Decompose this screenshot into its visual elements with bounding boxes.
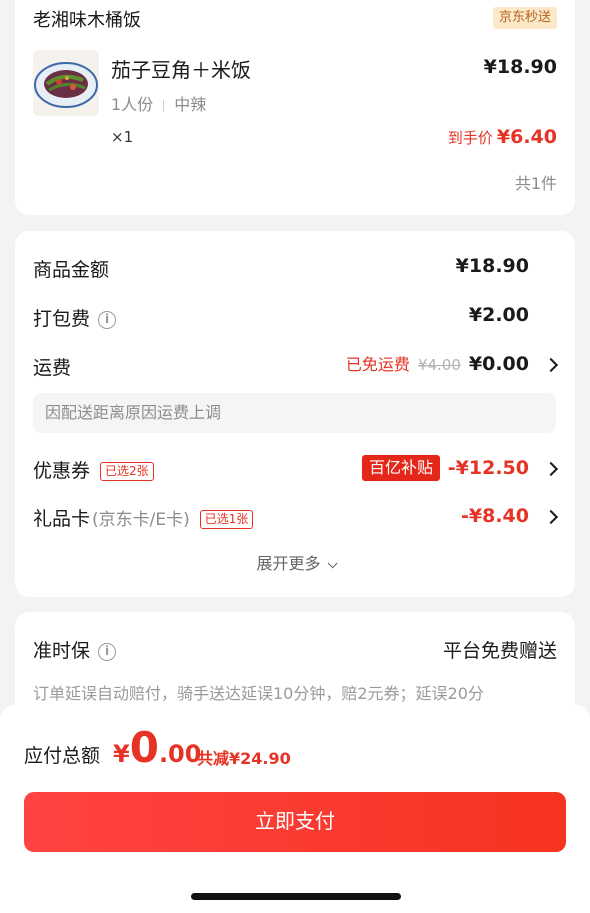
ontime-description: 订单延误自动赔付，骑手送达延误10分钟，赔2元券；延误20分 [33, 684, 484, 703]
ontime-title: 准时保 [33, 640, 91, 662]
info-icon[interactable]: i [98, 310, 117, 329]
ontime-title-row: 准时保 i [33, 636, 117, 663]
expand-more-button[interactable]: 展开更多 [15, 550, 575, 574]
product-image[interactable] [33, 50, 99, 116]
giftcard-row[interactable]: 礼品卡 (京东卡/E卡) 已选1张 [33, 504, 254, 531]
pay-now-button[interactable]: 立即支付 [24, 792, 566, 852]
shipping-fee-label: 运费 [33, 357, 72, 379]
spec-portion: 1人份 [111, 95, 154, 114]
shipping-fee-value: ¥0.00 [468, 353, 529, 375]
product-quantity: ×1 [111, 128, 134, 146]
product-specs: 1人份 中辣 [111, 91, 206, 115]
expand-more-label: 展开更多 [256, 554, 321, 573]
giftcard-value: -¥8.40 [461, 505, 529, 527]
shop-card: 老湘味木桶饭 京东秒送 茄子豆角＋米饭 ¥18.90 1人份 中辣 ×1 到手价 ¥… [15, 0, 575, 215]
shipping-fee-detail[interactable]: 已免运费 ¥4.00 ¥0.00 [346, 351, 529, 375]
coupon-selected-chip: 已选2张 [100, 462, 154, 481]
coupon-value: -¥12.50 [447, 457, 529, 479]
shop-name[interactable]: 老湘味木桶饭 [33, 6, 141, 32]
total-discount: 共减¥24.90 [197, 749, 291, 768]
packing-fee-row: 打包费 i [33, 304, 117, 331]
product-price: ¥18.90 [483, 56, 557, 78]
spec-divider [163, 99, 165, 112]
chevron-right-icon[interactable] [543, 357, 559, 373]
amount-integer: 0 [129, 723, 159, 772]
free-shipping-text: 已免运费 [345, 355, 410, 374]
subsidy-badge: 百亿补贴 [362, 455, 441, 481]
info-icon[interactable]: i [98, 642, 117, 661]
coupon-row[interactable]: 优惠券 已选2张 [33, 456, 154, 483]
packing-fee-label: 打包费 [33, 308, 91, 330]
final-price-value: ¥6.40 [496, 126, 557, 148]
item-total-count: 共1件 [514, 174, 557, 193]
total-payable-label: 应付总额 [24, 745, 101, 767]
chevron-right-icon[interactable] [543, 509, 559, 525]
payment-bar: 应付总额 ¥0.00 共减¥24.90 立即支付 [0, 705, 590, 913]
final-price-label: 到手价 [447, 129, 493, 147]
giftcard-selected-chip: 已选1张 [199, 510, 254, 529]
ontime-status: 平台免费赠送 [442, 640, 557, 662]
home-indicator[interactable] [191, 893, 401, 900]
giftcard-sub-label: (京东卡/E卡) [92, 510, 190, 530]
coupon-label: 优惠券 [33, 460, 91, 482]
giftcard-label: 礼品卡 [33, 508, 91, 530]
packing-fee-value: ¥2.00 [468, 304, 529, 326]
original-shipping-fee: ¥4.00 [417, 356, 461, 374]
chevron-right-icon[interactable] [543, 461, 559, 477]
shipping-note: 因配送距离原因运费上调 [33, 393, 556, 433]
goods-amount-value: ¥18.90 [455, 255, 529, 277]
amount-decimal: .00 [158, 740, 202, 768]
goods-amount-label: 商品金额 [33, 259, 110, 281]
product-final-price: 到手价 ¥6.40 [448, 126, 557, 148]
product-title[interactable]: 茄子豆角＋米饭 [111, 54, 251, 83]
delivery-tag: 京东秒送 [492, 7, 557, 29]
fees-card: 商品金额 ¥18.90 打包费 i ¥2.00 运费 已免运费 ¥4.00 ¥0.00… [15, 231, 575, 597]
spec-spice: 中辣 [174, 95, 207, 114]
total-payable-amount: ¥0.00 [113, 723, 201, 772]
currency-symbol: ¥ [113, 740, 130, 768]
chevron-down-icon [327, 558, 338, 569]
